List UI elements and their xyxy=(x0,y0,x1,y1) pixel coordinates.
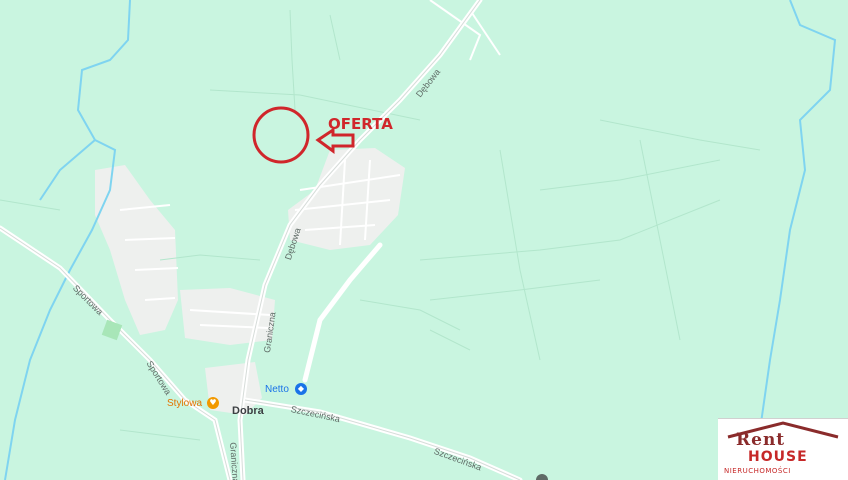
map-graphics xyxy=(0,0,837,480)
builtup-area-west xyxy=(95,165,178,335)
town-label[interactable]: Dobra xyxy=(232,405,264,417)
logo-text-rent: Rent xyxy=(736,430,786,450)
offer-circle xyxy=(252,106,310,164)
road-link xyxy=(302,242,383,383)
agency-logo: Rent HOUSE NIERUCHOMOŚCI xyxy=(718,418,848,480)
poi-label-stylowa[interactable]: Stylowa xyxy=(167,398,202,409)
river-east xyxy=(755,0,837,480)
partial-pin-icon xyxy=(536,474,548,480)
river-branch xyxy=(39,139,96,201)
fork-knife-icon[interactable]: ♥ xyxy=(207,397,219,409)
logo-text-subtitle: NIERUCHOMOŚCI xyxy=(724,467,791,475)
park-patch xyxy=(101,319,123,341)
offer-arrow-icon xyxy=(315,127,355,154)
builtup-area-center xyxy=(288,148,405,250)
map-canvas[interactable]: OFERTA Dębowa Dębowa Graniczna Graniczna… xyxy=(0,0,848,480)
shopping-bag-icon[interactable]: ◆ xyxy=(295,383,307,395)
logo-text-house: HOUSE xyxy=(748,449,808,465)
builtup-areas xyxy=(95,148,405,415)
poi-label-netto[interactable]: Netto xyxy=(265,384,289,395)
offer-label: OFERTA xyxy=(328,115,393,133)
